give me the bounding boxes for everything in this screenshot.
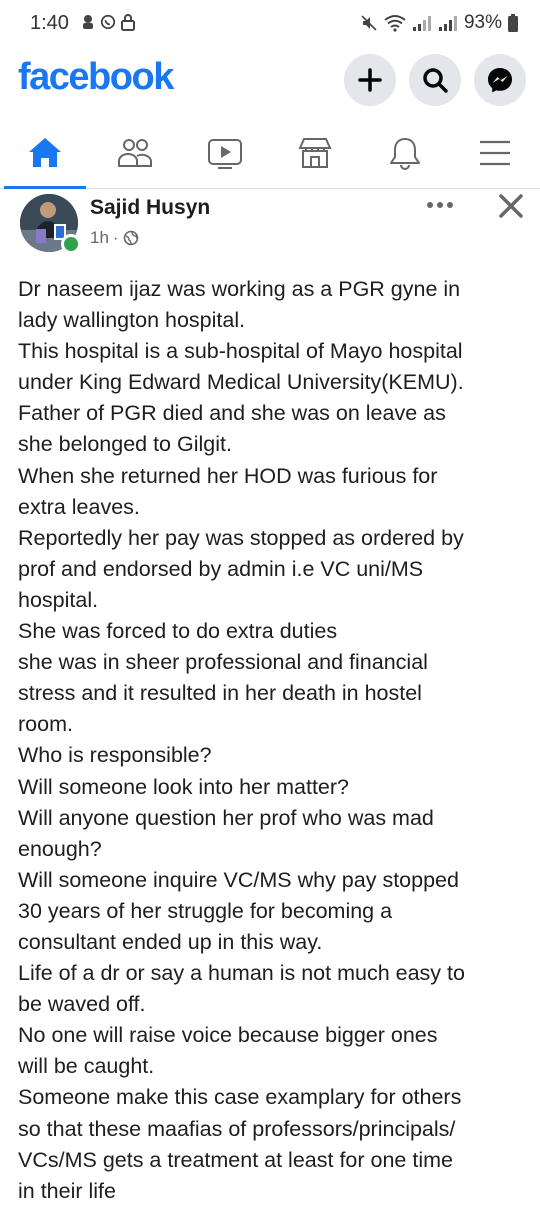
post-options-button[interactable] <box>422 190 458 220</box>
online-status-indicator <box>61 234 81 254</box>
battery-icon <box>508 14 518 32</box>
tab-home[interactable] <box>0 118 90 189</box>
wifi-icon <box>384 15 406 32</box>
post-text-line: in their life <box>18 1178 116 1203</box>
post-text-line: This hospital is a sub-hospital of Mayo … <box>18 339 463 364</box>
tab-notifications[interactable] <box>360 118 450 188</box>
post-text-line: prof and endorsed by admin i.e VC uni/MS <box>18 556 424 581</box>
friends-icon <box>118 139 152 167</box>
post-text-line: Life of a dr or say a human is not much … <box>18 961 465 986</box>
post-text-line: When she returned her HOD was furious fo… <box>18 463 438 488</box>
post-text-line: stress and it resulted in her death in h… <box>18 681 422 706</box>
battery-level: 93% <box>463 12 502 33</box>
meta-separator: · <box>112 228 119 247</box>
post-text-line: so that these maafias of professors/prin… <box>18 1116 456 1141</box>
create-button[interactable] <box>344 54 396 106</box>
notifications-icon <box>390 138 420 170</box>
post-text-line: Will anyone question her prof who was ma… <box>18 805 434 830</box>
post-text-line: Who is responsible? <box>18 743 212 768</box>
post-text-line: enough? <box>18 836 102 861</box>
status-time: 1:40 <box>30 12 69 34</box>
app-header: facebook <box>0 52 540 112</box>
status-system-icons: 93% <box>360 12 518 34</box>
post-text-line: Father of PGR died and she was on leave … <box>18 401 446 426</box>
post-text-line: under King Edward Medical University(KEM… <box>18 370 464 395</box>
marketplace-icon <box>298 138 332 168</box>
post-text-line: consultant ended up in this way. <box>18 929 323 954</box>
post-text-line: 30 years of her struggle for becoming a <box>18 898 393 923</box>
video-icon <box>208 139 242 169</box>
home-icon <box>29 138 61 167</box>
tab-friends[interactable] <box>90 118 180 188</box>
post-text-line: Will someone inquire VC/MS why pay stopp… <box>18 867 459 892</box>
post-text-line: She was forced to do extra duties <box>18 619 338 644</box>
post-time[interactable]: 1h <box>90 228 109 248</box>
status-bar: 1:40 93% <box>0 0 540 52</box>
post-text-line: hospital. <box>18 587 99 612</box>
post-text-line: lady wallington hospital. <box>18 308 246 333</box>
search-icon <box>423 68 448 93</box>
more-icon <box>427 202 453 208</box>
post-text: Dr naseem ijaz was working as a PGR gyne… <box>18 274 533 1207</box>
close-icon <box>499 194 523 218</box>
post-text-line: be waved off. <box>18 992 146 1017</box>
post-text-line: Reportedly her pay was stopped as ordere… <box>18 525 464 550</box>
active-tab-indicator <box>4 186 86 189</box>
status-notification-icons <box>80 13 136 31</box>
lock-icon <box>121 14 135 31</box>
search-button[interactable] <box>409 54 461 106</box>
post-meta: 1h · <box>90 228 139 248</box>
menu-icon <box>480 140 510 166</box>
post-text-line: extra leaves. <box>18 494 140 519</box>
messenger-icon <box>488 68 512 93</box>
hide-post-button[interactable] <box>492 188 530 224</box>
notification-icon <box>83 15 93 29</box>
post-text-line: No one will raise voice because bigger o… <box>18 1023 438 1048</box>
whatsapp-icon <box>100 14 116 30</box>
post-text-line: she was in sheer professional and financ… <box>18 650 428 675</box>
mute-icon <box>361 15 377 31</box>
post-text-line: will be caught. <box>18 1054 155 1079</box>
post-text-line: she belonged to Gilgit. <box>18 432 232 457</box>
signal-icon-2 <box>438 16 457 31</box>
signal-icon <box>412 16 431 31</box>
tab-marketplace[interactable] <box>270 118 360 188</box>
tab-bar <box>0 118 540 189</box>
post-text-line: Will someone look into her matter? <box>18 774 350 799</box>
post-text-line: room. <box>18 712 73 737</box>
plus-icon <box>358 68 382 92</box>
facebook-logo[interactable]: facebook <box>18 56 174 99</box>
globe-icon[interactable] <box>123 230 139 246</box>
messenger-button[interactable] <box>474 54 526 106</box>
post-text-line: Dr naseem ijaz was working as a PGR gyne… <box>18 277 461 301</box>
post-text-line: Someone make this case examplary for oth… <box>18 1085 462 1110</box>
post-text-line: VCs/MS gets a treatment at least for one… <box>18 1147 453 1172</box>
post-author[interactable]: Sajid Husyn <box>90 196 210 220</box>
tab-video[interactable] <box>180 118 270 188</box>
tab-menu[interactable] <box>450 118 540 188</box>
